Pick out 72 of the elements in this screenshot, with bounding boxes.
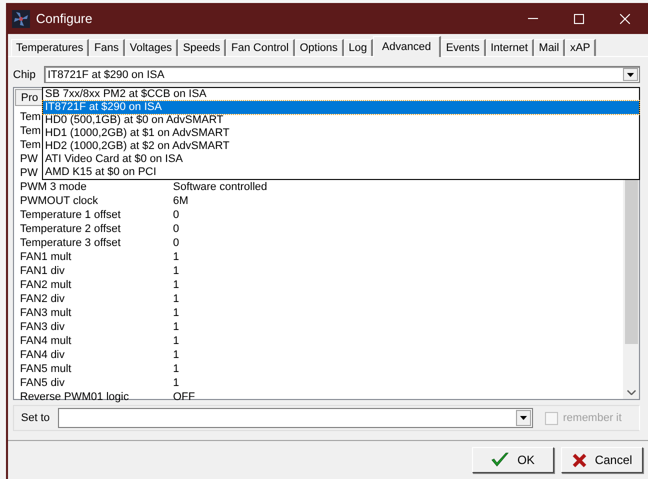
property-name: FAN1 mult xyxy=(20,251,72,263)
tab[interactable]: Options xyxy=(294,39,344,56)
menu-option[interactable]: SB 7xx/8xx PM2 at $CCB on ISA xyxy=(43,88,639,101)
tab[interactable]: Log xyxy=(344,39,374,56)
property-value: 1 xyxy=(173,320,180,334)
chevron-down-icon xyxy=(626,390,636,394)
tab[interactable]: Fans xyxy=(89,39,125,56)
property-value: 0 xyxy=(173,208,180,222)
chip-dropdown[interactable]: IT8721F at $290 on ISA xyxy=(44,66,640,83)
cross-icon xyxy=(572,452,587,468)
property-name: FAN4 mult xyxy=(20,335,72,347)
ok-button[interactable]: OK xyxy=(472,447,554,473)
caret-icon xyxy=(627,72,634,76)
property-value: 1 xyxy=(173,306,180,320)
property-value: 1 xyxy=(173,292,180,306)
menu-option[interactable]: IT8721F at $290 on ISA xyxy=(43,101,639,114)
property-name: Reverse PWM01 logic xyxy=(20,391,129,403)
property-name: FAN1 div xyxy=(20,265,65,277)
tab[interactable]: Speeds xyxy=(178,39,226,56)
maximize-icon[interactable] xyxy=(574,14,584,24)
property-name: FAN2 mult xyxy=(20,279,72,291)
property-name: PW xyxy=(20,167,38,179)
property-value: OFF xyxy=(173,390,195,404)
property-value: 0 xyxy=(173,236,180,250)
property-name: FAN3 div xyxy=(20,321,65,333)
property-name: PW xyxy=(20,153,38,165)
property-name: Temperature 2 offset xyxy=(20,223,121,235)
property-value: 1 xyxy=(173,278,180,292)
menu-option[interactable]: ATI Video Card at $0 on ISA xyxy=(43,153,639,166)
chip-label: Chip xyxy=(13,68,36,80)
property-value: 1 xyxy=(173,376,180,390)
property-name: FAN5 mult xyxy=(20,363,72,375)
property-value: 1 xyxy=(173,362,180,376)
tab[interactable]: Mail xyxy=(534,39,566,56)
tab[interactable]: Temperatures xyxy=(11,39,90,56)
close-icon[interactable] xyxy=(620,14,630,24)
property-name: Temperature 3 offset xyxy=(20,237,121,249)
property-name: Tem xyxy=(20,111,41,123)
tab[interactable]: Voltages xyxy=(124,39,178,56)
cancel-button[interactable]: Cancel xyxy=(561,447,643,473)
property-value: 1 xyxy=(173,334,180,348)
tab[interactable]: Events xyxy=(440,39,486,56)
property-name: FAN5 div xyxy=(20,377,65,389)
set-to-label: Set to xyxy=(21,412,50,424)
property-value: 0 xyxy=(173,222,180,236)
property-name: Tem xyxy=(20,139,41,151)
property-name: FAN4 div xyxy=(20,349,65,361)
tab[interactable]: Fan Control xyxy=(226,39,295,56)
window-title: Configure xyxy=(36,11,94,26)
menu-option[interactable]: AMD K15 at $0 on PCI xyxy=(43,166,639,179)
menu-option[interactable]: HD2 (1000,2GB) at $2 on AdvSMART xyxy=(43,140,639,153)
caret-icon xyxy=(520,416,527,420)
tab[interactable]: Advanced xyxy=(373,36,441,57)
property-name: PWM 3 mode xyxy=(20,181,87,193)
property-value: 6M xyxy=(173,194,188,208)
property-name: Temperature 1 offset xyxy=(20,209,121,221)
fan-icon xyxy=(12,10,30,28)
menu-option[interactable]: HD1 (1000,2GB) at $1 on AdvSMART xyxy=(43,127,639,140)
set-to-dropdown[interactable] xyxy=(58,408,533,428)
property-name: PWMOUT clock xyxy=(20,195,98,207)
checkbox-label: remember it xyxy=(563,412,622,424)
check-icon xyxy=(491,452,510,468)
property-value: 1 xyxy=(173,264,180,278)
property-name: FAN3 mult xyxy=(20,307,72,319)
menu-option[interactable]: HD0 (500,1GB) at $0 on AdvSMART xyxy=(43,114,639,127)
property-name: Tem xyxy=(20,125,41,137)
property-value: Software controlled xyxy=(173,180,268,194)
property-name: FAN2 div xyxy=(20,293,65,305)
property-value: 1 xyxy=(173,250,180,264)
property-value: 1 xyxy=(173,348,180,362)
tab[interactable]: xAP xyxy=(565,39,596,56)
tab[interactable]: Internet xyxy=(486,39,534,56)
